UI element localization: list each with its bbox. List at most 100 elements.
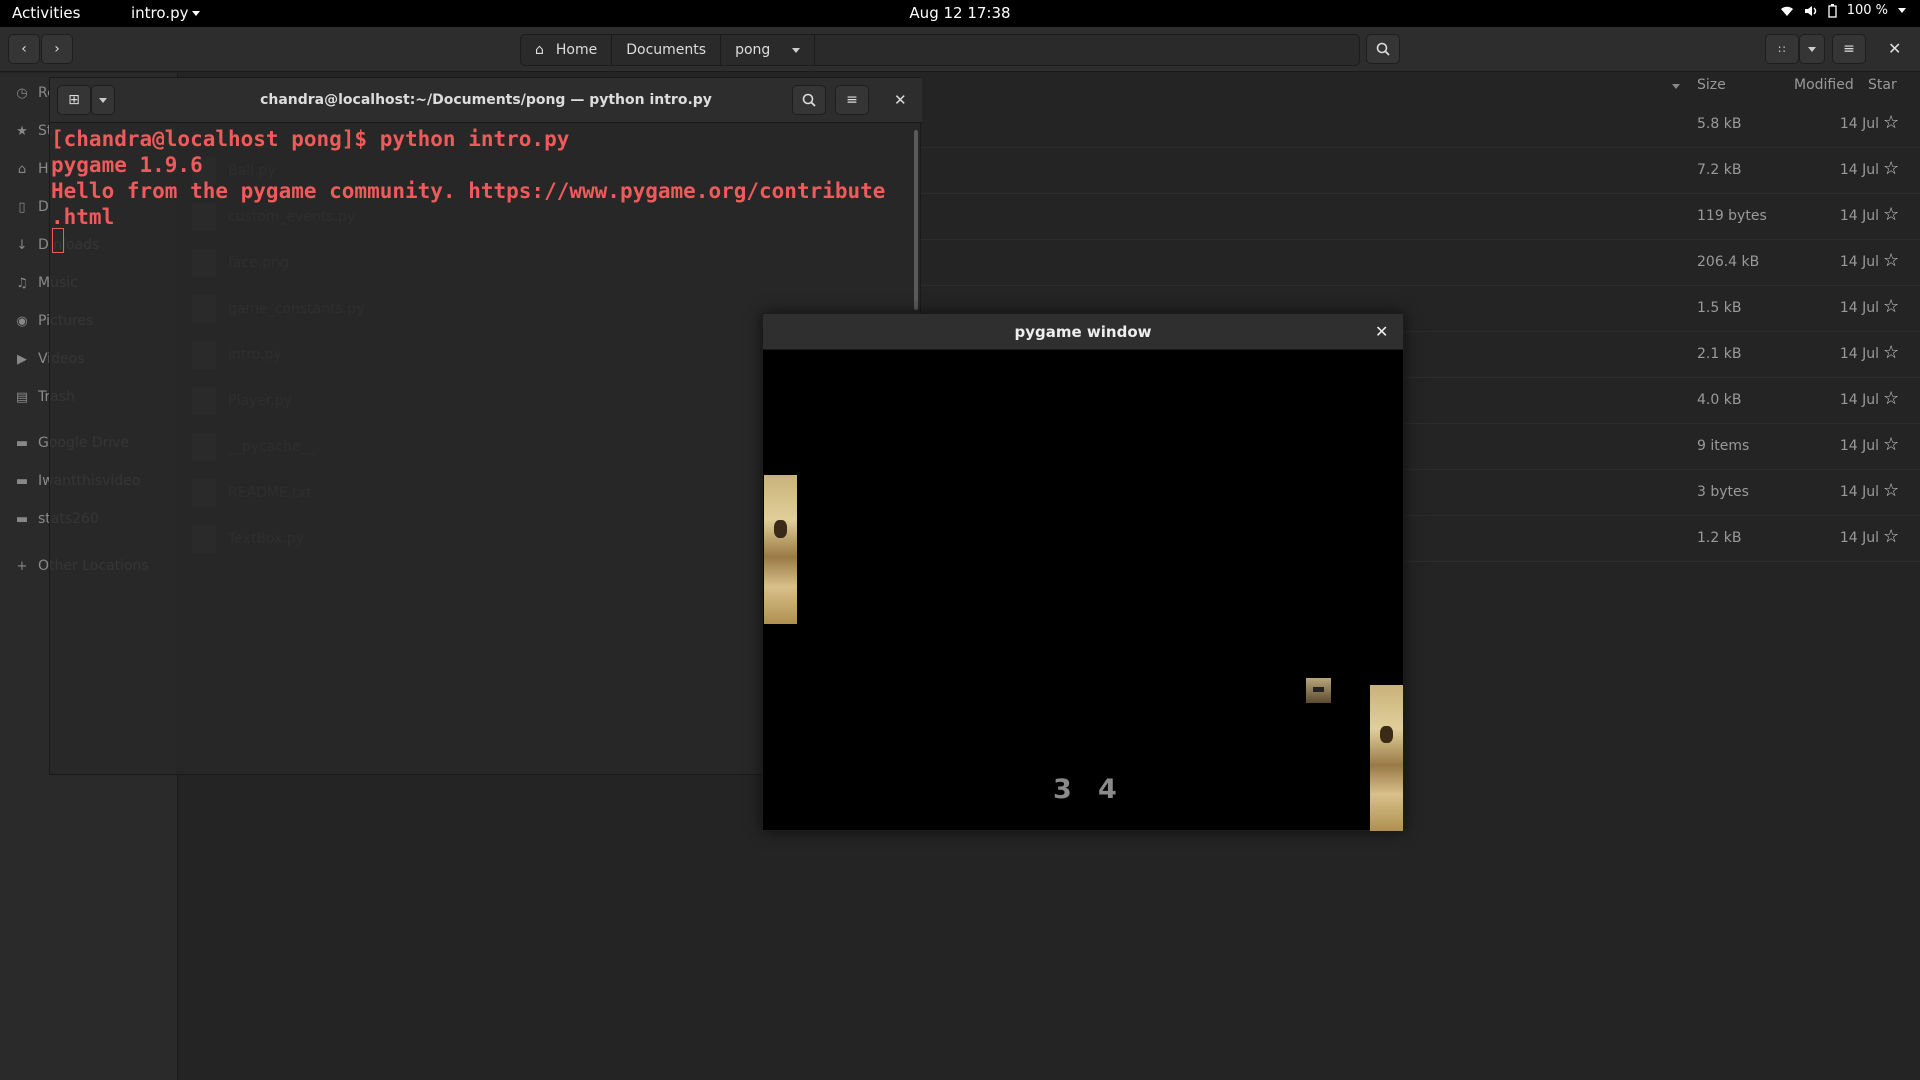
file-modified: 14 Jul <box>1839 254 1879 270</box>
star-icon[interactable]: ☆ <box>1883 480 1899 501</box>
star-icon[interactable]: ☆ <box>1883 526 1899 547</box>
star-icon[interactable]: ☆ <box>1883 296 1899 317</box>
activities-button[interactable]: Activities <box>12 4 80 22</box>
folder-icon: ▬ <box>15 435 29 451</box>
view-options-button[interactable] <box>1799 34 1825 64</box>
close-icon[interactable]: ✕ <box>1888 39 1901 58</box>
file-modified: 14 Jul <box>1839 484 1879 500</box>
file-modified: 14 Jul <box>1839 438 1879 454</box>
download-icon: ↓ <box>16 237 28 253</box>
file-size: 1.5 kB <box>1697 300 1742 316</box>
star-icon[interactable]: ☆ <box>1883 204 1899 225</box>
star-icon: ★ <box>16 123 28 139</box>
column-size[interactable]: Size <box>1697 77 1726 93</box>
terminal-line: .html <box>51 205 115 229</box>
wifi-icon <box>1780 6 1793 16</box>
close-icon[interactable]: ✕ <box>1375 322 1388 341</box>
star-icon[interactable]: ☆ <box>1883 250 1899 271</box>
folder-icon: ▬ <box>15 511 29 527</box>
terminal-line: [chandra@localhost pong]$ python intro.p… <box>51 127 570 151</box>
chevron-right-icon: › <box>54 41 60 57</box>
chevron-down-icon <box>1898 8 1906 13</box>
top-bar: Activities intro.py Aug 12 17:38 100 % <box>0 0 1920 27</box>
forward-button[interactable]: › <box>41 34 73 64</box>
file-size: 7.2 kB <box>1697 162 1742 178</box>
view-grid-button[interactable]: ∷ <box>1765 34 1799 64</box>
camera-icon: ◉ <box>16 313 28 329</box>
search-icon <box>1376 42 1390 56</box>
column-star[interactable]: Star <box>1868 77 1897 93</box>
terminal-title: chandra@localhost:~/Documents/pong — pyt… <box>260 92 712 108</box>
sort-chevron-icon[interactable] <box>1672 84 1680 89</box>
terminal-search-button[interactable] <box>792 85 826 115</box>
menu-button[interactable]: ≡ <box>1832 34 1866 64</box>
file-modified: 14 Jul <box>1839 162 1879 178</box>
file-size: 9 items <box>1697 438 1750 454</box>
search-icon <box>802 93 816 107</box>
star-icon[interactable]: ☆ <box>1883 158 1899 179</box>
hamburger-icon: ≡ <box>846 92 858 108</box>
star-icon[interactable]: ☆ <box>1883 112 1899 133</box>
chevron-down-icon <box>1808 46 1816 52</box>
star-icon[interactable]: ☆ <box>1883 342 1899 363</box>
file-size: 4.0 kB <box>1697 392 1742 408</box>
crumb-pong-label: pong <box>735 42 771 58</box>
chevron-down-icon <box>192 10 201 16</box>
folder-icon: ▬ <box>15 473 29 489</box>
app-menu[interactable]: intro.py <box>131 4 201 22</box>
status-menu[interactable]: 100 % <box>1780 3 1906 18</box>
terminal-line: Hello from the pygame community. https:/… <box>51 179 886 203</box>
crumb-pong[interactable]: pong <box>721 35 816 65</box>
back-button[interactable]: ‹ <box>8 34 40 64</box>
score-right: 4 <box>1098 774 1117 805</box>
terminal-output[interactable]: [chandra@localhost pong]$ python intro.p… <box>51 126 885 230</box>
ball <box>1306 678 1331 703</box>
crumb-home[interactable]: ⌂ Home <box>521 35 613 65</box>
pygame-titlebar[interactable]: pygame window ✕ <box>763 314 1403 350</box>
file-modified: 14 Jul <box>1839 300 1879 316</box>
battery-icon <box>1828 3 1837 18</box>
hamburger-icon: ≡ <box>1843 41 1855 57</box>
paddle-face-detail <box>773 519 788 538</box>
plus-icon: + <box>16 558 28 574</box>
file-modified: 14 Jul <box>1839 208 1879 224</box>
chevron-down-icon <box>792 47 801 53</box>
home-icon: ⌂ <box>535 42 544 58</box>
chevron-left-icon: ‹ <box>21 41 27 57</box>
pygame-window[interactable]: pygame window ✕ 3 4 <box>762 313 1404 831</box>
clock[interactable]: Aug 12 17:38 <box>909 4 1010 22</box>
app-menu-label: intro.py <box>131 4 189 22</box>
home-icon: ⌂ <box>17 161 27 177</box>
file-size: 206.4 kB <box>1697 254 1760 270</box>
trash-icon: ▤ <box>15 389 29 405</box>
volume-icon <box>1804 5 1816 16</box>
file-size: 119 bytes <box>1697 208 1767 224</box>
file-size: 2.1 kB <box>1697 346 1742 362</box>
file-modified: 14 Jul <box>1839 346 1879 362</box>
file-modified: 14 Jul <box>1839 530 1879 546</box>
search-button[interactable] <box>1366 34 1400 64</box>
paddle-face-detail <box>1379 725 1394 744</box>
file-size: 5.8 kB <box>1697 116 1742 132</box>
close-icon[interactable]: ✕ <box>894 91 907 109</box>
battery-percent: 100 % <box>1846 3 1888 18</box>
file-modified: 14 Jul <box>1839 392 1879 408</box>
path-bar[interactable]: ⌂ Home Documents pong <box>520 34 1360 66</box>
file-size: 3 bytes <box>1697 484 1749 500</box>
crumb-home-label: Home <box>555 42 598 58</box>
file-size: 1.2 kB <box>1697 530 1742 546</box>
file-manager-headerbar: ‹ › ⌂ Home Documents pong ∷ ≡ ✕ <box>0 27 1920 72</box>
document-icon: ▯ <box>18 199 26 215</box>
video-icon: ▶ <box>17 351 27 367</box>
star-icon[interactable]: ☆ <box>1883 434 1899 455</box>
file-modified: 14 Jul <box>1839 116 1879 132</box>
terminal-scrollbar[interactable] <box>914 130 918 310</box>
terminal-menu-button[interactable]: ≡ <box>835 85 869 115</box>
crumb-documents[interactable]: Documents <box>612 35 722 65</box>
star-icon[interactable]: ☆ <box>1883 388 1899 409</box>
column-modified[interactable]: Modified <box>1794 77 1854 93</box>
crumb-documents-label: Documents <box>626 42 707 58</box>
terminal-headerbar: ⊞ chandra@localhost:~/Documents/pong — p… <box>50 78 922 123</box>
clock-icon: ◷ <box>16 85 28 101</box>
score-left: 3 <box>1053 774 1072 805</box>
